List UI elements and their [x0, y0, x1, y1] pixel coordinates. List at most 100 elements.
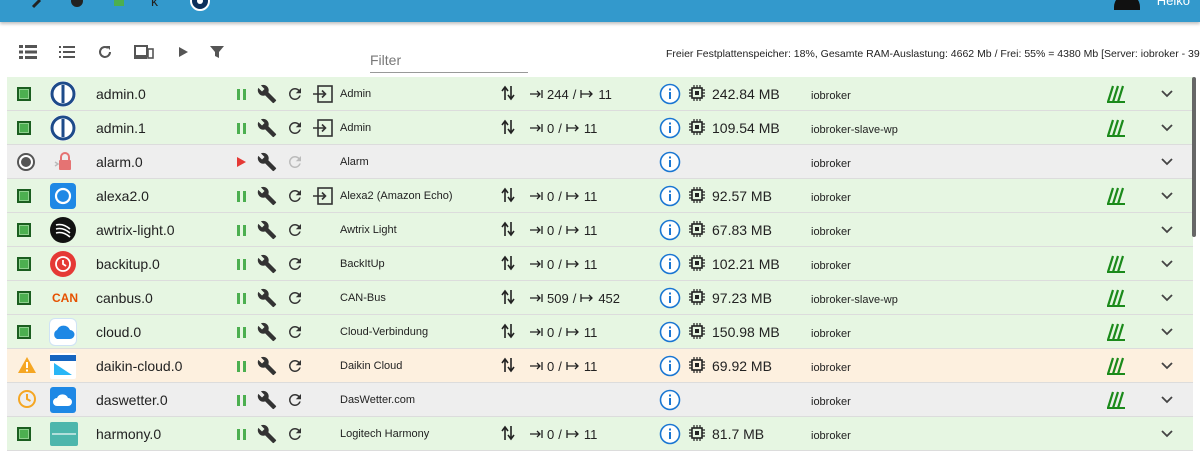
filter-input[interactable] [370, 47, 528, 72]
settings-wrench-icon[interactable] [257, 254, 277, 274]
filter-field[interactable] [370, 47, 528, 73]
restart-icon[interactable] [286, 391, 304, 409]
open-web-icon[interactable] [312, 187, 334, 205]
settings-wrench-icon[interactable] [257, 220, 277, 240]
chevron-down-icon[interactable] [1161, 260, 1173, 268]
instance-row[interactable]: daswetter.0 DasWetter.com iobroker [7, 383, 1193, 417]
chevron-down-icon[interactable] [1161, 430, 1173, 438]
instance-row[interactable]: cloud.0 Cloud-Verbindung 0/ 11 150.98 MB iobr… [7, 315, 1193, 349]
pause-button[interactable] [236, 360, 246, 372]
gear-icon[interactable] [68, 0, 86, 10]
events-out: 11 [583, 120, 598, 136]
play-icon[interactable] [172, 42, 194, 62]
filter-icon[interactable] [206, 42, 228, 62]
pause-button[interactable] [236, 292, 246, 304]
chevron-down-icon[interactable] [1161, 124, 1173, 132]
info-icon[interactable] [659, 253, 681, 275]
user-name[interactable]: Heiko [1157, 0, 1190, 8]
chevron-down-icon[interactable] [1161, 226, 1173, 234]
ram-chip-icon [689, 322, 705, 342]
info-icon[interactable] [659, 423, 681, 445]
events-in: 0 [547, 120, 555, 136]
pause-button[interactable] [236, 122, 246, 134]
info-icon[interactable] [659, 321, 681, 343]
pause-button[interactable] [236, 428, 246, 440]
system-status-text: Freier Festplattenspeicher: 18%, Gesamte… [666, 48, 1200, 60]
settings-wrench-icon[interactable] [257, 186, 277, 206]
pause-button[interactable] [236, 190, 246, 202]
instance-row[interactable]: admin.0 Admin 244/ 11 242.84 MB iobroker [7, 77, 1193, 111]
chevron-down-icon[interactable] [1161, 328, 1173, 336]
chevron-down-icon[interactable] [1161, 362, 1173, 370]
settings-wrench-icon[interactable] [257, 84, 277, 104]
instance-row[interactable]: admin.1 Admin 0/ 11 109.54 MB iobroker-slave-… [7, 111, 1193, 145]
status-running-icon [17, 189, 31, 203]
pause-button[interactable] [236, 326, 246, 338]
instance-row[interactable]: awtrix-light.0 Awtrix Light 0/ 11 67.83 MB io… [7, 213, 1193, 247]
info-icon[interactable] [659, 355, 681, 377]
restart-icon[interactable] [286, 119, 304, 137]
instance-row[interactable]: backitup.0 BackItUp 0/ 11 102.21 MB iobroker [7, 247, 1193, 281]
events-out: 11 [583, 358, 598, 374]
info-icon[interactable] [659, 219, 681, 241]
instance-name: alexa2.0 [96, 188, 149, 204]
settings-wrench-icon[interactable] [257, 288, 277, 308]
restart-icon[interactable] [286, 323, 304, 341]
restart-icon[interactable] [286, 357, 304, 375]
pause-button[interactable] [236, 88, 246, 100]
scrollbar[interactable] [1192, 77, 1196, 237]
events-in-icon [529, 121, 543, 136]
adapter-logo [50, 349, 76, 383]
restart-icon[interactable] [286, 85, 304, 103]
devices-icon[interactable] [133, 42, 155, 62]
restart-icon[interactable] [286, 425, 304, 443]
instance-row[interactable]: daikin-cloud.0 Daikin Cloud 0/ 11 69.92 MB io… [7, 349, 1193, 383]
restart-icon[interactable] [286, 187, 304, 205]
settings-wrench-icon[interactable] [257, 390, 277, 410]
chevron-down-icon[interactable] [1161, 90, 1173, 98]
refresh-icon[interactable] [94, 42, 116, 62]
settings-wrench-icon[interactable] [257, 356, 277, 376]
info-icon[interactable] [659, 389, 681, 411]
info-icon[interactable] [659, 151, 681, 173]
wrench-icon[interactable] [30, 0, 48, 10]
user-avatar[interactable] [1114, 0, 1140, 10]
chevron-down-icon[interactable] [1161, 158, 1173, 166]
eye-icon[interactable] [190, 0, 210, 14]
instance-row[interactable]: alarm.0 Alarm iobroker [7, 145, 1193, 179]
ram-chip-icon [689, 186, 705, 206]
events-counter: 0/ 11 [501, 349, 597, 383]
chevron-down-icon[interactable] [1161, 396, 1173, 404]
info-icon[interactable] [659, 185, 681, 207]
info-icon[interactable] [659, 117, 681, 139]
memory-usage: 81.7 MB [712, 426, 765, 442]
pause-button[interactable] [236, 224, 246, 236]
signal-icon [1105, 117, 1127, 140]
status-running-icon [17, 325, 31, 339]
puzzle-icon[interactable] [110, 0, 128, 10]
info-icon[interactable] [659, 287, 681, 309]
chevron-down-icon[interactable] [1161, 294, 1173, 302]
info-icon[interactable] [659, 83, 681, 105]
view-list-icon[interactable] [56, 42, 78, 62]
chevron-down-icon[interactable] [1161, 192, 1173, 200]
restart-icon[interactable] [286, 255, 304, 273]
instance-row[interactable]: alexa2.0 Alexa2 (Amazon Echo) 0/ 11 92.57 MB… [7, 179, 1193, 213]
pause-button[interactable] [236, 258, 246, 270]
events-in-icon [529, 291, 543, 306]
settings-wrench-icon[interactable] [257, 118, 277, 138]
restart-icon[interactable] [286, 221, 304, 239]
start-button[interactable] [236, 157, 246, 167]
adapter-logo [50, 179, 76, 213]
view-table-icon[interactable] [17, 42, 39, 62]
open-web-icon[interactable] [312, 119, 334, 137]
restart-icon[interactable] [286, 289, 304, 307]
settings-wrench-icon[interactable] [257, 152, 277, 172]
key-icon[interactable]: k [148, 0, 166, 10]
settings-wrench-icon[interactable] [257, 322, 277, 342]
instance-row[interactable]: harmony.0 Logitech Harmony 0/ 11 81.7 MB iobr… [7, 417, 1193, 451]
open-web-icon[interactable] [312, 85, 334, 103]
pause-button[interactable] [236, 394, 246, 406]
settings-wrench-icon[interactable] [257, 424, 277, 444]
instance-row[interactable]: CAN canbus.0 CAN-Bus 509/ 452 97.23 MB iobroke… [7, 281, 1193, 315]
